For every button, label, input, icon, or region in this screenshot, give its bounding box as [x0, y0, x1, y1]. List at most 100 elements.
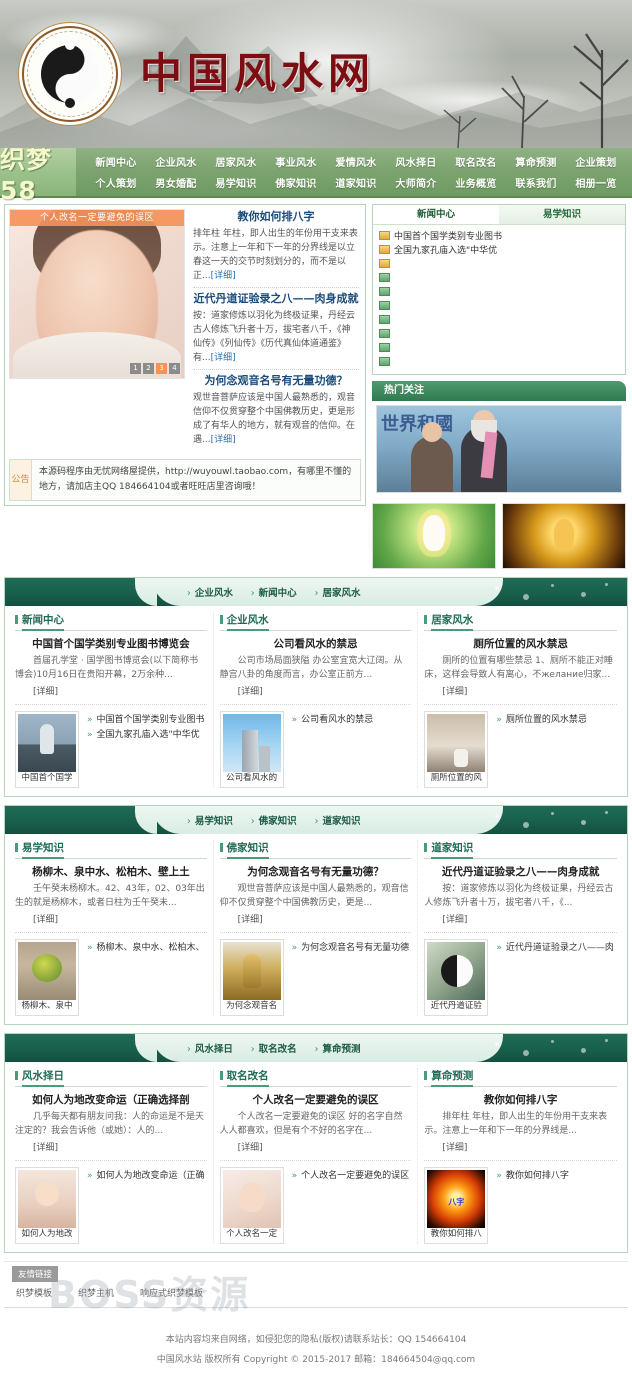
site-logo[interactable] — [22, 26, 118, 122]
lead-article-title[interactable]: 个人改名一定要避免的误区 — [220, 1092, 412, 1108]
related-link[interactable]: 中国首个国学类别专业图书 — [87, 713, 207, 728]
lead-article-title[interactable]: 为何念观音名号有无量功德？ — [220, 864, 412, 880]
list-item[interactable]: 全国九家孔庙入选"中华优 — [379, 243, 619, 256]
lead-article-title[interactable]: 教你如何排八字 — [424, 1092, 617, 1108]
lead-article-title[interactable]: 近代丹道证验录之八——肉身成就 — [424, 864, 617, 880]
nav-item-news[interactable]: 新闻中心 — [86, 151, 146, 172]
focus-more-link[interactable]: [详细] — [211, 435, 236, 445]
thumb-caption[interactable]: 如何人为地改 — [18, 1228, 76, 1241]
slider-dot-2[interactable]: 2 — [143, 363, 154, 374]
nav-item-marriage[interactable]: 男女婚配 — [146, 172, 206, 193]
focus-article-title[interactable]: 教你如何排八字 — [193, 209, 359, 227]
nav-item-taoist[interactable]: 道家知识 — [326, 172, 386, 193]
thumb-card[interactable]: 个人改名一定 — [220, 1167, 284, 1244]
nav-item-album[interactable]: 相册一览 — [566, 172, 626, 193]
focus-more-link[interactable]: [详细] — [211, 271, 236, 281]
list-item[interactable]: 中国首个国学类别专业图书 — [379, 229, 619, 242]
thumb-caption[interactable]: 教你如何排八 — [427, 1228, 485, 1241]
ad-image-guanyin-golden[interactable] — [502, 503, 626, 569]
slider-dot-4[interactable]: 4 — [169, 363, 180, 374]
list-item[interactable] — [379, 327, 619, 340]
focus-more-link[interactable]: [详细] — [211, 353, 236, 363]
section-tab-buddhist[interactable]: 佛家知识 — [251, 813, 297, 827]
section-tab-naming[interactable]: 取名改名 — [251, 1041, 297, 1055]
thumb-caption[interactable]: 公司看风水的 — [223, 772, 281, 785]
list-item[interactable] — [379, 313, 619, 326]
section-tab-yixue[interactable]: 易学知识 — [187, 813, 233, 827]
related-link[interactable]: 近代丹道证验录之八——肉 — [496, 941, 617, 956]
thumb-caption[interactable]: 中国首个国学 — [18, 772, 76, 785]
nav-item-fortune[interactable]: 算命预测 — [506, 151, 566, 172]
tab-news-center[interactable]: 新闻中心 — [373, 205, 499, 224]
nav-item-business[interactable]: 业务概览 — [446, 172, 506, 193]
nav-brand[interactable]: 织梦58 — [0, 148, 76, 196]
lead-article-title[interactable]: 中国首个国学类别专业图书博览会 — [15, 636, 207, 652]
friend-link-templates[interactable]: 织梦模板 — [16, 1286, 52, 1299]
section-tab-date-pick[interactable]: 风水择日 — [187, 1041, 233, 1055]
nav-item-personal-plan[interactable]: 个人策划 — [86, 172, 146, 193]
section-tab-home[interactable]: 居家风水 — [315, 585, 361, 599]
lead-more-link[interactable]: [详细] — [33, 912, 58, 925]
thumb-card[interactable]: 为何念观音名 — [220, 939, 284, 1016]
nav-item-master[interactable]: 大师简介 — [386, 172, 446, 193]
thumb-card[interactable]: 近代丹道证验 — [424, 939, 488, 1016]
related-link[interactable]: 公司看风水的禁忌 — [292, 713, 412, 728]
focus-article-title[interactable]: 为何念观音名号有无量功德？ — [193, 373, 359, 391]
friend-link-hosting[interactable]: 织梦主机 — [78, 1286, 114, 1299]
ad-image-guanyin-field[interactable] — [372, 503, 496, 569]
nav-item-buddhist[interactable]: 佛家知识 — [266, 172, 326, 193]
lead-more-link[interactable]: [详细] — [442, 684, 467, 697]
nav-item-contact[interactable]: 联系我们 — [506, 172, 566, 193]
list-item[interactable] — [379, 355, 619, 368]
related-link[interactable]: 为何念观音名号有无量功德 — [292, 941, 412, 956]
lead-article-title[interactable]: 厕所位置的风水禁忌 — [424, 636, 617, 652]
lead-more-link[interactable]: [详细] — [238, 684, 263, 697]
nav-item-date-pick[interactable]: 风水择日 — [386, 151, 446, 172]
thumb-caption[interactable]: 为何念观音名 — [223, 1000, 281, 1013]
lead-more-link[interactable]: [详细] — [442, 912, 467, 925]
section-tab-fortune[interactable]: 算命预测 — [315, 1041, 361, 1055]
slider-dot-1[interactable]: 1 — [130, 363, 141, 374]
thumb-card[interactable]: 教你如何排八 — [424, 1167, 488, 1244]
related-link[interactable]: 如何人为地改变命运（正确 — [87, 1169, 207, 1184]
thumb-caption[interactable]: 近代丹道证验 — [427, 1000, 485, 1013]
featured-slider[interactable]: 个人改名一定要避免的误区 1 2 3 4 — [9, 209, 185, 379]
list-item[interactable] — [379, 285, 619, 298]
lead-article-title[interactable]: 公司看风水的禁忌 — [220, 636, 412, 652]
lead-more-link[interactable]: [详细] — [33, 1140, 58, 1153]
nav-item-yixue[interactable]: 易学知识 — [206, 172, 266, 193]
thumb-caption[interactable]: 个人改名一定 — [223, 1228, 281, 1241]
section-tab-news[interactable]: 新闻中心 — [251, 585, 297, 599]
thumb-card[interactable]: 厕所位置的风 — [424, 711, 488, 788]
friend-link-responsive[interactable]: 响应式织梦模板 — [140, 1286, 203, 1299]
thumb-caption[interactable]: 杨柳木、泉中 — [18, 1000, 76, 1013]
related-link[interactable]: 教你如何排八字 — [496, 1169, 617, 1184]
related-link[interactable]: 杨柳木、泉中水、松柏木、 — [87, 941, 207, 956]
thumb-card[interactable]: 公司看风水的 — [220, 711, 284, 788]
thumb-caption[interactable]: 厕所位置的风 — [427, 772, 485, 785]
section-tab-taoist[interactable]: 道家知识 — [315, 813, 361, 827]
lead-article-title[interactable]: 如何人为地改变命运（正确选择剖 — [15, 1092, 207, 1108]
lead-more-link[interactable]: [详细] — [442, 1140, 467, 1153]
lead-more-link[interactable]: [详细] — [238, 912, 263, 925]
nav-item-career[interactable]: 事业风水 — [266, 151, 326, 172]
tab-yixue[interactable]: 易学知识 — [499, 205, 625, 224]
list-item[interactable] — [379, 299, 619, 312]
lead-more-link[interactable]: [详细] — [33, 684, 58, 697]
related-link[interactable]: 厕所位置的风水禁忌 — [496, 713, 617, 728]
focus-article-title[interactable]: 近代丹道证验录之八——肉身成就 — [193, 291, 359, 309]
list-item[interactable] — [379, 271, 619, 284]
nav-item-planning[interactable]: 企业策划 — [566, 151, 626, 172]
news-link[interactable]: 中国首个国学类别专业图书 — [394, 229, 502, 242]
nav-item-home[interactable]: 居家风水 — [206, 151, 266, 172]
section-tab-corporate[interactable]: 企业风水 — [187, 585, 233, 599]
nav-item-corporate[interactable]: 企业风水 — [146, 151, 206, 172]
nav-item-naming[interactable]: 取名改名 — [446, 151, 506, 172]
thumb-card[interactable]: 如何人为地改 — [15, 1167, 79, 1244]
nav-item-love[interactable]: 爱情风水 — [326, 151, 386, 172]
lead-more-link[interactable]: [详细] — [238, 1140, 263, 1153]
related-link[interactable]: 个人改名一定要避免的误区 — [292, 1169, 412, 1184]
list-item[interactable] — [379, 341, 619, 354]
thumb-card[interactable]: 中国首个国学 — [15, 711, 79, 788]
hot-photo[interactable]: 世界和國 — [376, 405, 622, 493]
